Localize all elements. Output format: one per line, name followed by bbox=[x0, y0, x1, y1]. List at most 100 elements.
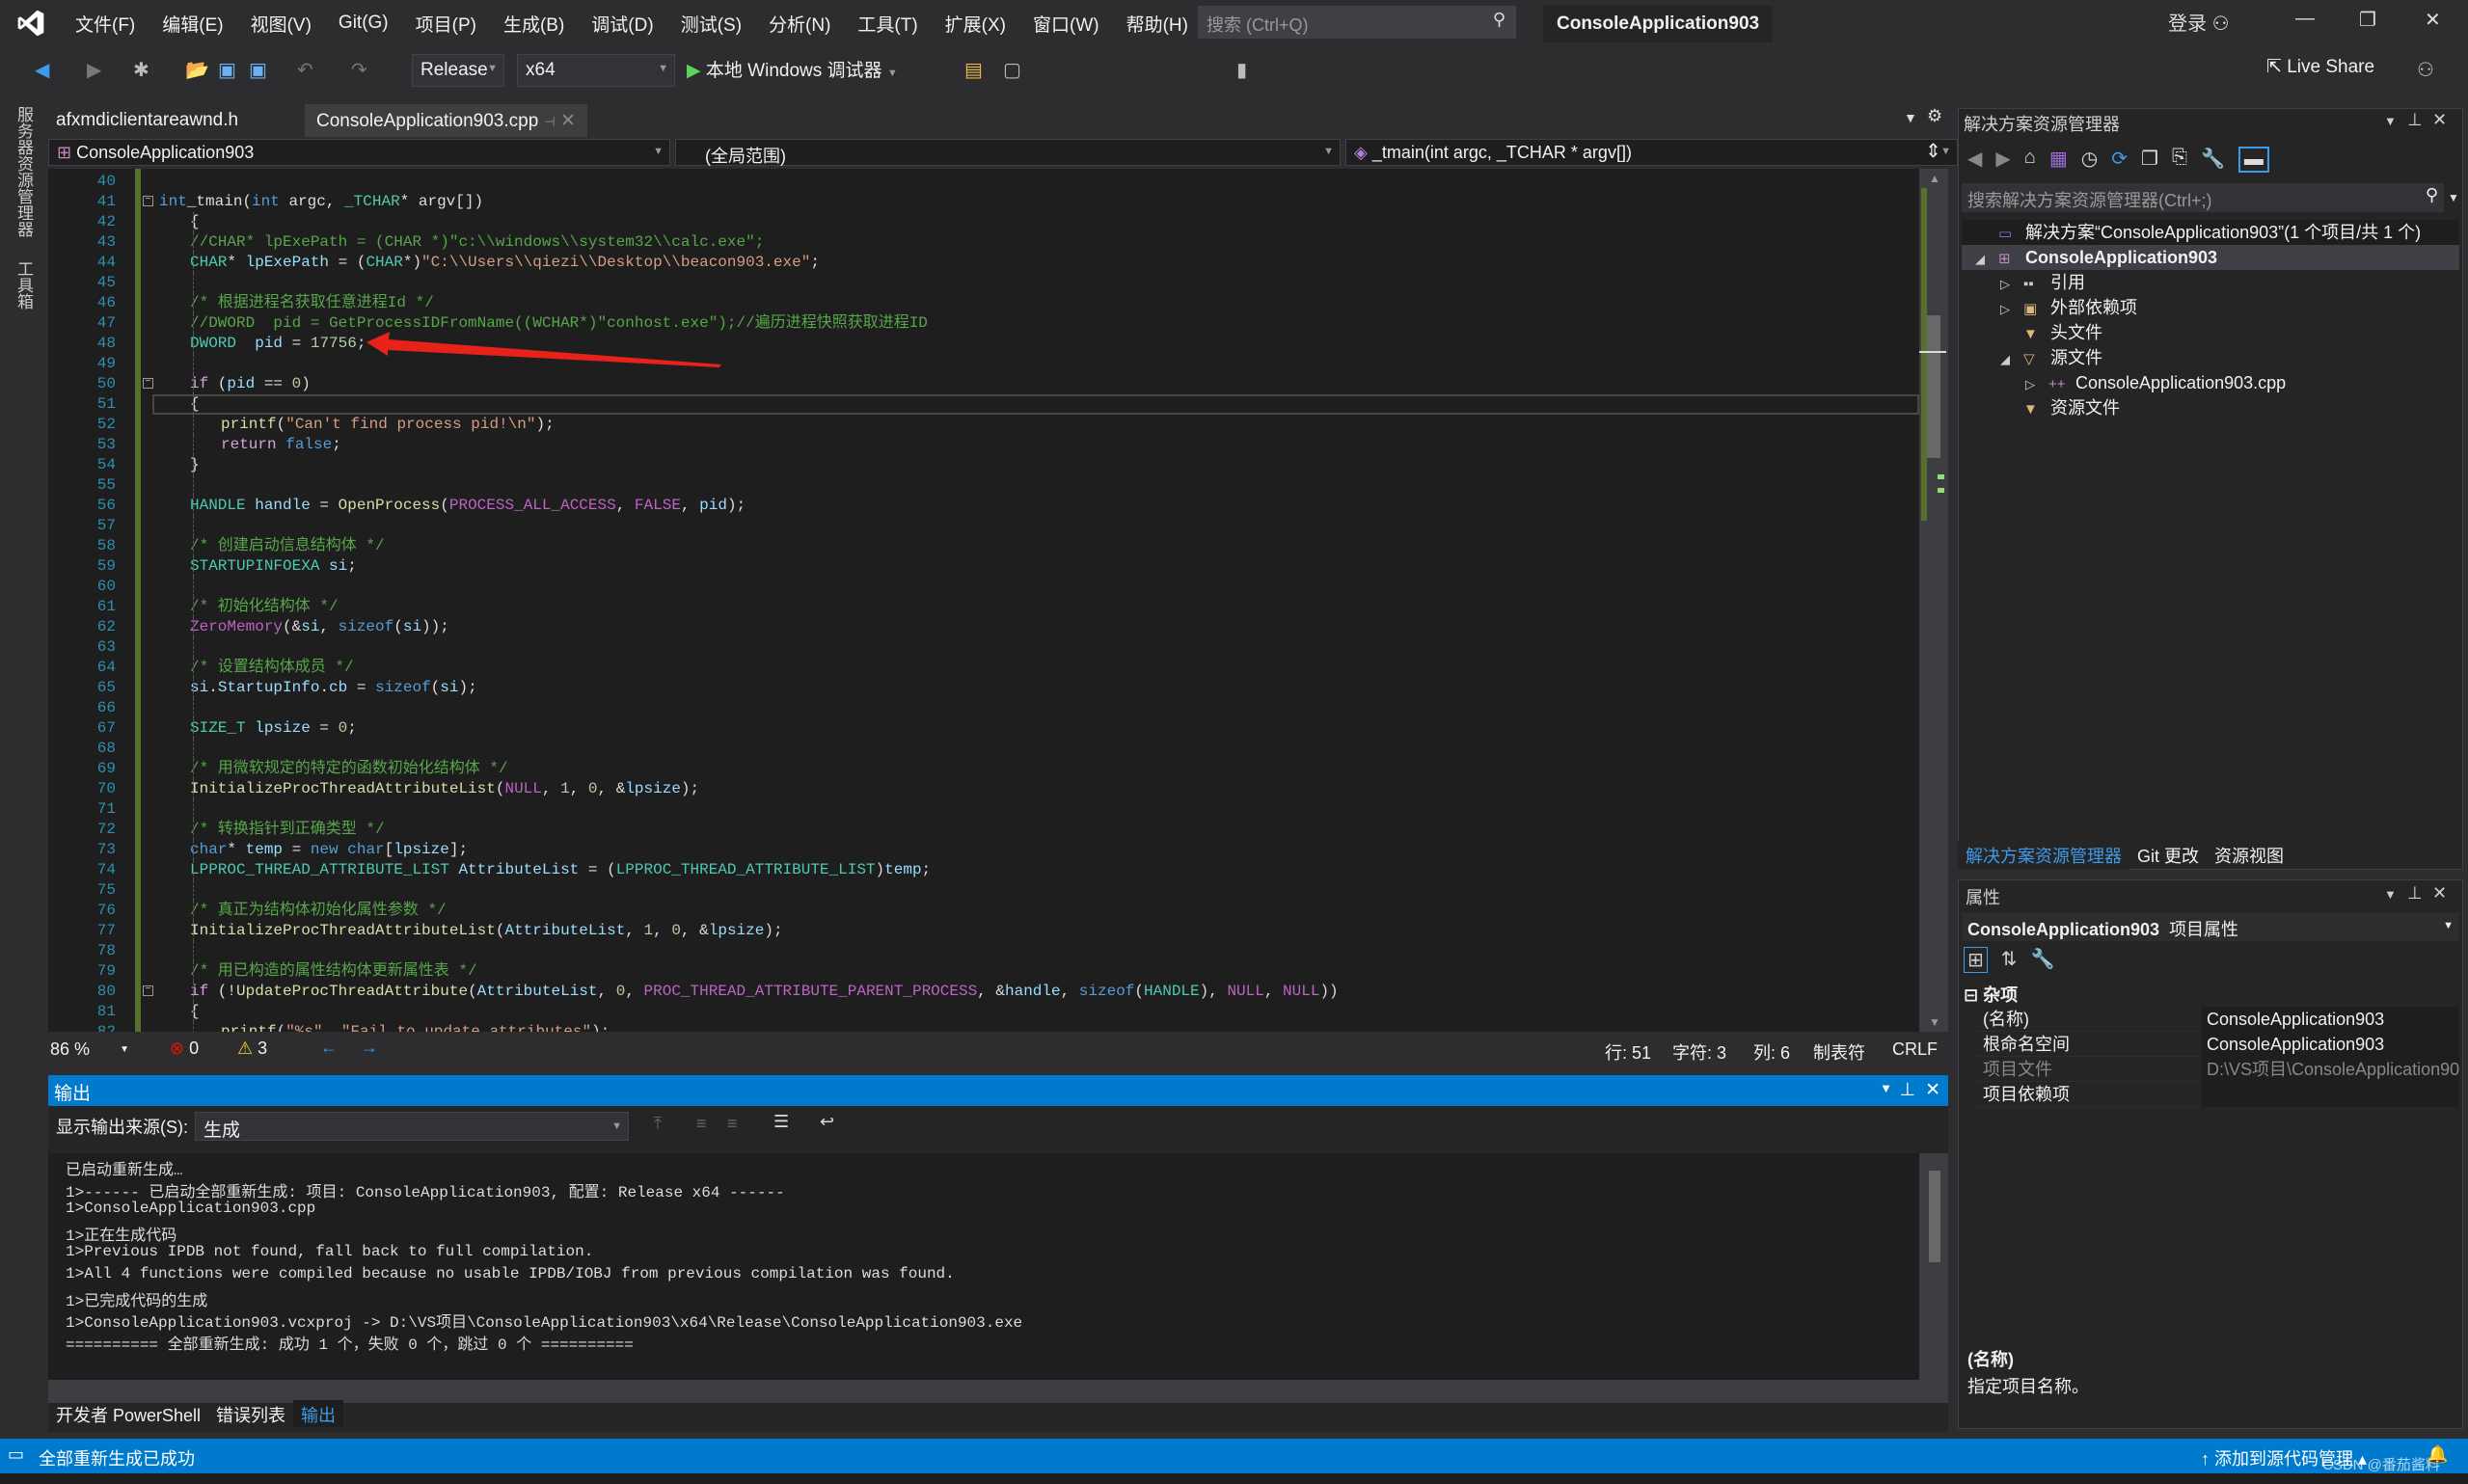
tree-item[interactable]: ▷ ++ ConsoleApplication903.cpp bbox=[1962, 370, 2459, 395]
go-to-line-icon[interactable]: ⤒ bbox=[654, 1114, 662, 1134]
alphabetical-icon[interactable]: ⇅ bbox=[2001, 947, 2018, 973]
next-issue-icon[interactable]: → bbox=[361, 1038, 378, 1058]
menu-item[interactable]: 项目(P) bbox=[402, 11, 490, 37]
minimize-button[interactable]: — bbox=[2295, 8, 2315, 30]
properties-wrench-icon[interactable]: 🔧 bbox=[2201, 147, 2225, 173]
solution-search-input[interactable]: 搜索解决方案资源管理器(Ctrl+;) ⚲ bbox=[1962, 183, 2444, 212]
previous-message-icon[interactable]: ≡ bbox=[696, 1114, 707, 1134]
start-debugging-button[interactable]: ▶ 本地 Windows 调试器 ▼ bbox=[687, 56, 898, 82]
menu-item[interactable]: 文件(F) bbox=[62, 11, 149, 37]
expander-icon[interactable]: ▷ bbox=[2000, 297, 2023, 322]
notifications-bell-icon[interactable]: 🔔 bbox=[2427, 1444, 2448, 1465]
split-editor-icon[interactable]: ⇕ bbox=[1925, 139, 1941, 163]
sign-in-button[interactable]: 登录 ⚇ bbox=[2168, 8, 2230, 36]
clear-all-icon[interactable]: ☰ bbox=[773, 1112, 789, 1132]
pin-icon[interactable]: ⊥ bbox=[2407, 883, 2423, 904]
menu-item[interactable]: 工具(T) bbox=[844, 11, 931, 37]
configuration-select[interactable]: Release ▼ bbox=[412, 54, 504, 87]
search-input[interactable]: 搜索 (Ctrl+Q) ⚲ bbox=[1198, 6, 1516, 39]
new-project-icon[interactable]: ✱ bbox=[133, 58, 149, 82]
property-row[interactable]: 根命名空间 ConsoleApplication903 bbox=[1977, 1032, 2459, 1057]
tab-git-changes[interactable]: Git 更改 bbox=[2129, 841, 2207, 870]
browser-icon[interactable]: ▢ bbox=[1003, 58, 1021, 82]
previous-issue-icon[interactable]: ← bbox=[320, 1038, 338, 1058]
open-file-icon[interactable]: 📂 bbox=[185, 58, 209, 82]
expander-icon[interactable]: ◢ bbox=[2000, 347, 2023, 372]
forward-icon[interactable]: ▶ bbox=[1995, 147, 2010, 173]
output-text[interactable]: 已启动重新生成… 1>------ 已启动全部重新生成: 项目: ConsoleA… bbox=[48, 1153, 1919, 1380]
expander-icon[interactable]: ▷ bbox=[2025, 372, 2048, 397]
tree-item[interactable]: ▭ 解决方案“ConsoleApplication903”(1 个项目/共 1 个… bbox=[1962, 220, 2459, 245]
tabs-indicator[interactable]: 制表符 bbox=[1813, 1039, 1865, 1065]
property-pages-wrench-icon[interactable]: 🔧 bbox=[2031, 947, 2055, 973]
line-indicator[interactable]: 行: 51 bbox=[1605, 1039, 1651, 1065]
tab-list-dropdown-icon[interactable]: ▼ bbox=[1904, 110, 1917, 125]
warnings-indicator[interactable]: ⚠ 3 bbox=[237, 1039, 267, 1059]
pending-changes-icon[interactable]: ◷ bbox=[2081, 147, 2098, 173]
output-source-select[interactable]: 生成 ▼ bbox=[195, 1112, 629, 1141]
close-panel-icon[interactable]: ✕ bbox=[2432, 883, 2447, 904]
tab-solution-explorer[interactable]: 解决方案资源管理器 bbox=[1958, 841, 2129, 870]
expander-icon[interactable]: ▷ bbox=[2000, 272, 2023, 297]
word-wrap-icon[interactable]: ↩ bbox=[820, 1112, 834, 1132]
close-panel-icon[interactable]: ✕ bbox=[1925, 1079, 1940, 1101]
pin-icon[interactable]: ⊥ bbox=[2407, 110, 2423, 130]
settings-gear-icon[interactable]: ⚙ bbox=[1927, 106, 1942, 126]
project-dropdown[interactable]: ⊞ ConsoleApplication903 ▼ bbox=[48, 139, 670, 166]
live-share-button[interactable]: ⇱ Live Share bbox=[2266, 56, 2374, 78]
restore-button[interactable]: ❐ bbox=[2359, 8, 2376, 32]
menu-item[interactable]: Git(G) bbox=[325, 13, 402, 34]
output-vertical-scrollbar[interactable] bbox=[1919, 1153, 1948, 1380]
close-window-button[interactable]: ✕ bbox=[2425, 8, 2441, 32]
categorized-icon[interactable]: ⊞ bbox=[1964, 947, 1988, 973]
scroll-down-icon[interactable]: ▼ bbox=[1929, 1015, 1940, 1029]
properties-object-select[interactable]: ConsoleApplication903 项目属性 ▼ bbox=[1962, 912, 2459, 941]
property-value[interactable]: D:\VS项目\ConsoleApplication903 bbox=[2201, 1057, 2459, 1082]
menu-item[interactable]: 编辑(E) bbox=[149, 11, 236, 37]
server-explorer-tab[interactable]: 服务器资源管理器 bbox=[12, 106, 36, 237]
menu-item[interactable]: 调试(D) bbox=[578, 11, 666, 37]
close-panel-icon[interactable]: ✕ bbox=[2432, 110, 2447, 130]
feedback-icon[interactable]: ⚇ bbox=[2417, 58, 2434, 82]
menu-item[interactable]: 生成(B) bbox=[490, 11, 578, 37]
property-row[interactable]: 项目依赖项 bbox=[1977, 1082, 2459, 1107]
tree-item[interactable]: ▼ 资源文件 bbox=[1962, 395, 2459, 420]
fold-toggle-icon[interactable]: − bbox=[143, 378, 153, 389]
tab-output[interactable]: 输出 bbox=[293, 1400, 344, 1427]
find-in-files-icon[interactable]: ▤ bbox=[964, 58, 983, 82]
property-value[interactable] bbox=[2201, 1082, 2459, 1107]
tab-resource-view[interactable]: 资源视图 bbox=[2207, 841, 2292, 870]
scroll-thumb[interactable] bbox=[1929, 1171, 1940, 1262]
show-all-files-icon[interactable]: ⎘ bbox=[2172, 147, 2187, 173]
undo-icon[interactable]: ↶ bbox=[297, 58, 313, 82]
column-indicator[interactable]: 列: 6 bbox=[1753, 1039, 1790, 1065]
property-value[interactable]: ConsoleApplication903 bbox=[2201, 1007, 2459, 1032]
tab-developer-powershell[interactable]: 开发者 PowerShell bbox=[48, 1400, 208, 1427]
preview-selected-icon[interactable]: ▬ bbox=[2237, 147, 2269, 173]
panel-menu-icon[interactable]: ▼ bbox=[2384, 887, 2397, 902]
menu-item[interactable]: 窗口(W) bbox=[1019, 11, 1113, 37]
menu-item[interactable]: 测试(S) bbox=[667, 11, 755, 37]
back-icon[interactable]: ◀ bbox=[35, 58, 49, 82]
back-icon[interactable]: ◀ bbox=[1967, 147, 1982, 173]
forward-icon[interactable]: ▶ bbox=[87, 58, 101, 82]
pin-icon[interactable]: ⊥ bbox=[1899, 1079, 1915, 1101]
platform-select[interactable]: x64 ▼ bbox=[517, 54, 675, 87]
char-indicator[interactable]: 字符: 3 bbox=[1672, 1039, 1726, 1065]
fold-toggle-icon[interactable]: − bbox=[143, 196, 153, 206]
switch-views-icon[interactable]: ▦ bbox=[2049, 147, 2068, 173]
code-editor[interactable]: 40 41− int_tmain(int argc, _TCHAR* argv[])… bbox=[48, 169, 1919, 1032]
category-misc[interactable]: ⊟ 杂项 bbox=[1964, 982, 2018, 1007]
bookmark-icon[interactable]: ▮ bbox=[1236, 58, 1247, 82]
save-all-icon[interactable]: ▣ bbox=[249, 58, 267, 82]
property-row[interactable]: (名称) ConsoleApplication903 bbox=[1977, 1007, 2459, 1032]
redo-icon[interactable]: ↷ bbox=[351, 58, 367, 82]
tree-item[interactable]: ▷ ▣ 外部依赖项 bbox=[1962, 295, 2459, 320]
tab-consoleapplication903-cpp[interactable]: ConsoleApplication903.cpp ⊣ ✕ bbox=[305, 104, 587, 137]
next-message-icon[interactable]: ≡ bbox=[727, 1114, 738, 1134]
home-icon[interactable]: ⌂ bbox=[2024, 147, 2036, 173]
scroll-thumb[interactable] bbox=[1927, 315, 1940, 458]
menu-item[interactable]: 帮助(H) bbox=[1113, 11, 1202, 37]
toolbox-tab[interactable]: 工具箱 bbox=[12, 260, 36, 310]
errors-indicator[interactable]: ⊗ 0 bbox=[170, 1039, 199, 1059]
